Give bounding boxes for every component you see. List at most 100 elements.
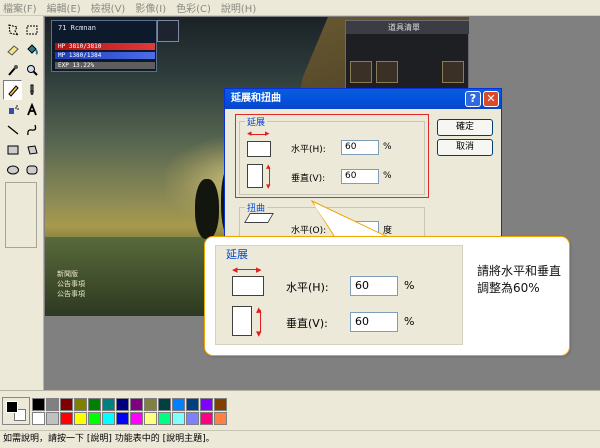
color-swatch[interactable] <box>158 412 171 425</box>
inventory-slot[interactable] <box>442 61 464 83</box>
horizontal-stretch-icon <box>232 276 264 296</box>
polygon-tool-icon[interactable] <box>22 140 41 160</box>
degree-unit: 度 <box>383 226 393 236</box>
menu-help[interactable]: 說明(H) <box>221 0 256 15</box>
status-bar: 如需說明，請按一下 [說明] 功能表中的 [說明主題]。 <box>0 430 600 448</box>
current-colors[interactable] <box>2 397 30 425</box>
color-swatch[interactable] <box>102 412 115 425</box>
color-swatch[interactable] <box>116 398 129 411</box>
airbrush-icon[interactable] <box>3 100 22 120</box>
free-select-icon[interactable] <box>3 20 22 40</box>
color-swatch[interactable] <box>144 412 157 425</box>
curve-tool-icon[interactable] <box>22 120 41 140</box>
close-button[interactable]: ✕ <box>483 91 499 107</box>
color-swatch[interactable] <box>186 412 199 425</box>
fill-bucket-icon[interactable] <box>22 40 41 60</box>
color-swatch[interactable] <box>46 412 59 425</box>
inventory-title: 道具清單 <box>346 21 469 34</box>
percent-unit: % <box>404 315 415 328</box>
callout-horizontal-input[interactable]: 60 <box>350 276 398 296</box>
help-button[interactable]: ? <box>465 91 481 107</box>
callout-group-label: 延展 <box>226 248 248 261</box>
stretch-skew-dialog: 延展和扭曲 ? ✕ 延展 ◂ ▸ 水平(H): 60 % ▴ ▾ 垂直(V): … <box>224 88 502 238</box>
stretch-horizontal-input[interactable]: 60 <box>341 140 379 155</box>
tool-options-panel[interactable] <box>5 182 37 248</box>
callout-stretch-group: 延展 ◂ ▸ 水平(H): 60 % ▴ ▾ 垂直(V): 60 % <box>215 245 463 345</box>
color-swatch[interactable] <box>214 398 227 411</box>
vertical-stretch-icon <box>232 306 252 336</box>
hp-bar: HP 3810/3810 <box>55 43 155 50</box>
text-tool-icon[interactable] <box>22 100 41 120</box>
percent-unit: % <box>383 142 392 152</box>
color-swatch[interactable] <box>116 412 129 425</box>
rounded-rect-tool-icon[interactable] <box>22 160 41 180</box>
color-swatch[interactable] <box>158 398 171 411</box>
magnifier-icon[interactable] <box>22 60 41 80</box>
color-swatch[interactable] <box>130 398 143 411</box>
percent-unit: % <box>383 171 392 181</box>
color-swatch[interactable] <box>60 398 73 411</box>
color-swatches <box>32 398 227 425</box>
eraser-icon[interactable] <box>3 40 22 60</box>
line-tool-icon[interactable] <box>3 120 22 140</box>
color-swatch[interactable] <box>46 398 59 411</box>
color-swatch[interactable] <box>88 412 101 425</box>
color-swatch[interactable] <box>60 412 73 425</box>
mp-bar: MP 1380/1384 <box>55 52 155 59</box>
chat-line: 公告事項 <box>57 280 85 288</box>
color-swatch[interactable] <box>172 412 185 425</box>
chat-line: 新聞版 <box>57 270 78 278</box>
inventory-slot[interactable] <box>376 61 398 83</box>
inventory-slot[interactable] <box>350 61 372 83</box>
color-swatch[interactable] <box>74 412 87 425</box>
inventory-panel: 道具清單 <box>345 20 469 95</box>
ellipse-tool-icon[interactable] <box>3 160 22 180</box>
color-swatch[interactable] <box>200 412 213 425</box>
callout-vertical-label: 垂直(V): <box>286 317 328 330</box>
color-swatch[interactable] <box>214 412 227 425</box>
stretch-horizontal-label: 水平(H): <box>291 145 326 155</box>
stretch-vertical-label: 垂直(V): <box>291 174 326 184</box>
toolbox <box>0 16 44 390</box>
menu-file[interactable]: 檔案(F) <box>3 0 37 15</box>
callout-vertical-input[interactable]: 60 <box>350 312 398 332</box>
color-swatch[interactable] <box>74 398 87 411</box>
skew-horizontal-input[interactable] <box>341 221 379 236</box>
percent-unit: % <box>404 279 415 292</box>
color-swatch[interactable] <box>200 398 213 411</box>
menu-colors[interactable]: 色彩(C) <box>176 0 211 15</box>
vertical-stretch-icon <box>247 164 263 188</box>
brush-icon[interactable] <box>22 80 41 100</box>
callout-horizontal-label: 水平(H): <box>286 281 329 294</box>
rectangle-tool-icon[interactable] <box>3 140 22 160</box>
color-swatch[interactable] <box>102 398 115 411</box>
rect-select-icon[interactable] <box>22 20 41 40</box>
pencil-icon[interactable] <box>3 80 22 100</box>
menu-view[interactable]: 檢視(V) <box>91 0 126 15</box>
color-swatch[interactable] <box>88 398 101 411</box>
stretch-vertical-input[interactable]: 60 <box>341 169 379 184</box>
player-name: 71 Rcmnan <box>58 24 96 32</box>
menu-bar: 檔案(F) 編輯(E) 檢視(V) 影像(I) 色彩(C) 說明(H) <box>0 0 600 16</box>
portrait-icon <box>157 20 179 42</box>
color-swatch[interactable] <box>130 412 143 425</box>
instruction-note: 請將水平和垂直調整為60% <box>477 264 562 295</box>
chat-log: 新聞版 公告事項 公告事項 <box>45 269 165 313</box>
color-swatch[interactable] <box>144 398 157 411</box>
player-status-panel: 71 Rcmnan HP 3810/3810 MP 1380/1384 EXP … <box>51 20 157 72</box>
chat-line: 公告事項 <box>57 290 85 298</box>
foreground-color[interactable] <box>6 401 18 413</box>
menu-image[interactable]: 影像(I) <box>135 0 166 15</box>
ok-button[interactable]: 確定 <box>437 119 493 136</box>
color-palette <box>0 390 600 430</box>
cancel-button[interactable]: 取消 <box>437 139 493 156</box>
horizontal-stretch-icon <box>247 141 271 157</box>
color-swatch[interactable] <box>32 412 45 425</box>
exp-bar: EXP 13.22% <box>55 62 155 69</box>
color-picker-icon[interactable] <box>3 60 22 80</box>
color-swatch[interactable] <box>186 398 199 411</box>
skew-horizontal-label: 水平(O): <box>291 226 327 236</box>
color-swatch[interactable] <box>172 398 185 411</box>
menu-edit[interactable]: 編輯(E) <box>47 0 81 15</box>
color-swatch[interactable] <box>32 398 45 411</box>
